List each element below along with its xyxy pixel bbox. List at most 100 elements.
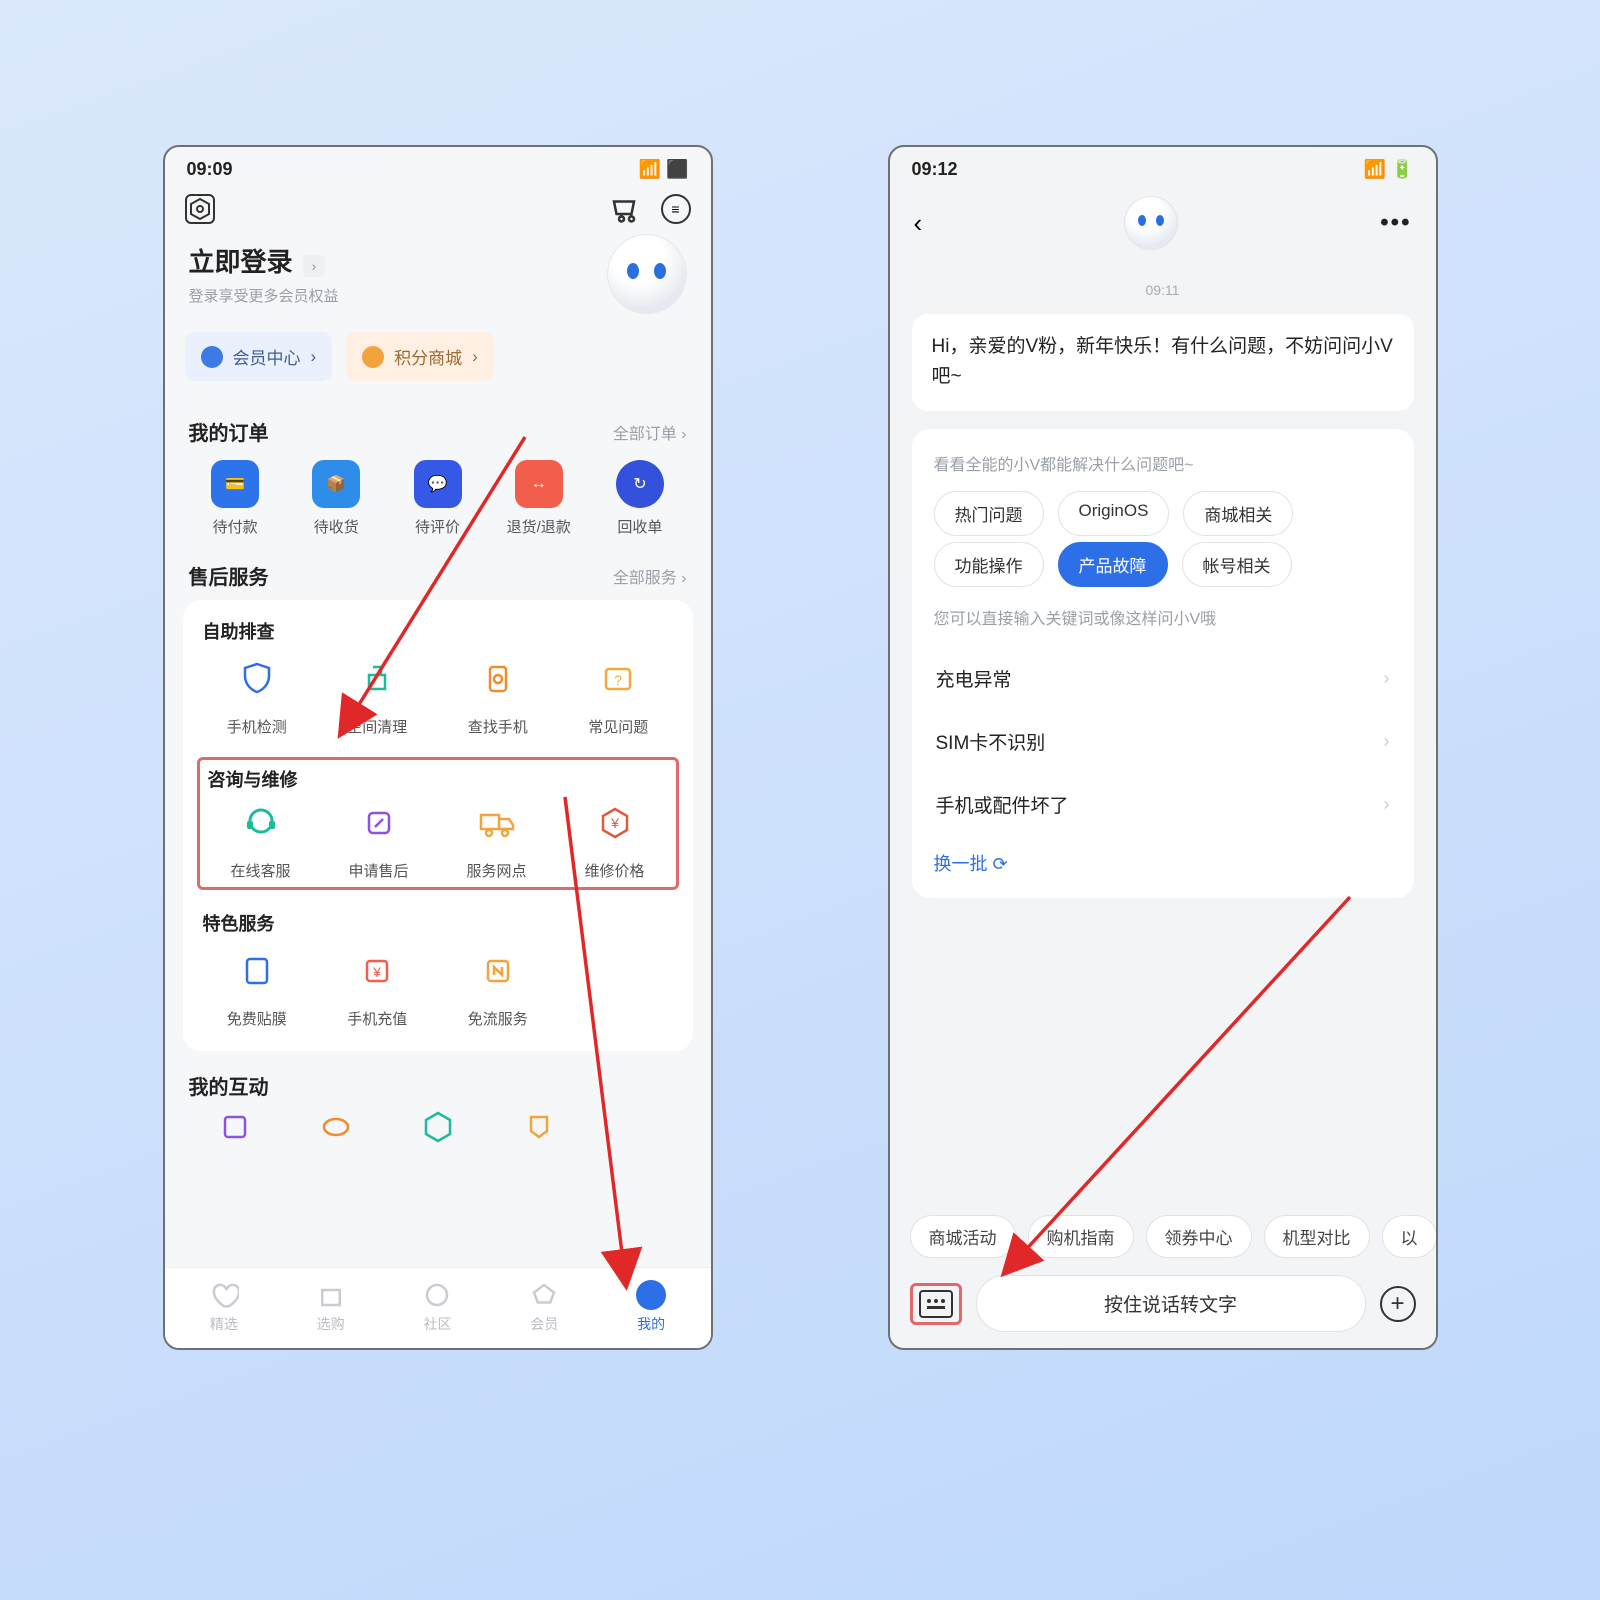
consult-title: 咨询与维修 [202, 766, 674, 802]
order-item[interactable]: 💬待评价 [387, 460, 488, 537]
keyboard-icon[interactable] [919, 1290, 953, 1318]
tab-featured[interactable]: 精选 [209, 1280, 239, 1334]
chat-timestamp: 09:11 [890, 282, 1436, 298]
avatar-robot[interactable] [607, 234, 687, 314]
special-title: 特色服务 [197, 890, 679, 950]
more-icon[interactable]: ••• [1380, 209, 1411, 237]
chevron-right-icon: › [1384, 731, 1390, 752]
refresh-button[interactable]: 换一批 ⟳ [934, 836, 1392, 876]
self-check-title: 自助排查 [197, 618, 679, 658]
avatar-robot [1124, 196, 1178, 250]
orders-all-link[interactable]: 全部订单 › [613, 420, 687, 444]
tab-member[interactable]: 会员 [529, 1280, 559, 1334]
plus-icon[interactable]: + [1380, 1286, 1416, 1322]
points-mall-chip[interactable]: 积分商城› [346, 332, 494, 381]
order-item[interactable]: ↔退货/退款 [488, 460, 589, 537]
member-center-chip[interactable]: 会员中心› [185, 332, 333, 381]
back-icon[interactable]: ‹ [914, 208, 923, 239]
cat-pill-active[interactable]: 产品故障 [1058, 542, 1168, 587]
cat-pill[interactable]: 功能操作 [934, 542, 1044, 587]
status-time: 09:09 [187, 159, 233, 180]
login-subtitle: 登录享受更多会员权益 [189, 285, 339, 306]
voice-input-button[interactable]: 按住说话转文字 [976, 1275, 1366, 1332]
cat-pill[interactable]: 商城相关 [1183, 491, 1293, 536]
cart-icon[interactable] [609, 194, 639, 224]
selfcheck-item[interactable]: ?常见问题 [558, 658, 679, 737]
cat-pill[interactable]: 帐号相关 [1182, 542, 1292, 587]
search-phone-icon [477, 658, 519, 700]
chevron-right-icon[interactable]: › [303, 255, 325, 277]
svg-text:¥: ¥ [372, 964, 381, 980]
tab-mine[interactable]: 我的 [636, 1280, 666, 1334]
interaction-item[interactable] [488, 1106, 589, 1148]
consult-item[interactable]: 申请售后 [320, 802, 438, 881]
question-item[interactable]: 充电异常› [934, 647, 1392, 710]
question-item[interactable]: SIM卡不识别› [934, 710, 1392, 773]
star-icon [362, 346, 384, 368]
special-item[interactable]: 免流服务 [438, 950, 559, 1029]
shield-icon [236, 658, 278, 700]
bot-message: Hi，亲爱的V粉，新年快乐！有什么问题，不妨问问小V吧~ [912, 314, 1414, 411]
status-bar: 09:12 📶 🔋 [890, 147, 1436, 186]
suggest-hint: 看看全能的小V都能解决什么问题吧~ [934, 451, 1392, 475]
price-tag-icon: ¥ [594, 802, 636, 844]
consult-item[interactable]: ¥维修价格 [556, 802, 674, 881]
svg-text:¥: ¥ [610, 815, 619, 831]
status-bar: 09:09 📶 ⬛ [165, 147, 711, 186]
status-time: 09:12 [912, 159, 958, 180]
interaction-title: 我的互动 [189, 1071, 269, 1100]
wrench-icon [358, 802, 400, 844]
cat-pill[interactable]: 热门问题 [934, 491, 1044, 536]
category-row: 热门问题 OriginOS 商城相关 [934, 491, 1392, 536]
headset-icon [240, 802, 282, 844]
chevron-right-icon: › [1384, 794, 1390, 815]
phone-left: 09:09 📶 ⬛ ≡ 立即登录 › 登录享受更多会员权益 会员中心› [163, 145, 713, 1350]
order-item[interactable]: ↻回收单 [589, 460, 690, 537]
highlight-box: 咨询与维修 在线客服 申请售后 服务网点 ¥维修价格 [197, 757, 679, 890]
online-service-button[interactable]: 在线客服 [202, 802, 320, 881]
service-card: 自助排查 手机检测 空间清理 查找手机 ?常见问题 咨询与维修 在线客服 申请售… [183, 600, 693, 1051]
chat-header: ‹ ••• [890, 186, 1436, 260]
quick-pill[interactable]: 以 [1382, 1215, 1436, 1258]
chevron-right-icon: › [1384, 668, 1390, 689]
special-item[interactable]: ¥手机充值 [317, 950, 438, 1029]
orders-section: 我的订单 全部订单 › 💳待付款 📦待收货 💬待评价 ↔退货/退款 ↻回收单 [165, 399, 711, 547]
status-icons: 📶 🔋 [1364, 159, 1414, 180]
recharge-icon: ¥ [356, 950, 398, 992]
consult-item[interactable]: 服务网点 [438, 802, 556, 881]
login-title[interactable]: 立即登录 [189, 247, 293, 277]
truck-icon [476, 802, 518, 844]
film-icon [236, 950, 278, 992]
tab-shop[interactable]: 选购 [316, 1280, 346, 1334]
quick-pills-row: 商城活动 购机指南 领券中心 机型对比 以 [890, 1215, 1436, 1258]
service-all-link[interactable]: 全部服务 › [613, 564, 687, 588]
messages-icon[interactable]: ≡ [661, 194, 691, 224]
diamond-icon [201, 346, 223, 368]
settings-hex-icon[interactable] [185, 194, 215, 224]
orders-title: 我的订单 [189, 417, 269, 446]
tab-community[interactable]: 社区 [422, 1280, 452, 1334]
selfcheck-item[interactable]: 空间清理 [317, 658, 438, 737]
cat-pill[interactable]: OriginOS [1058, 491, 1170, 536]
order-item[interactable]: 💳待付款 [185, 460, 286, 537]
status-icons: 📶 ⬛ [639, 159, 689, 180]
interaction-item[interactable] [185, 1106, 286, 1148]
keyboard-highlight [910, 1283, 962, 1325]
faq-icon: ? [597, 658, 639, 700]
profile-block: 立即登录 › 登录享受更多会员权益 [165, 228, 711, 332]
question-item[interactable]: 手机或配件坏了› [934, 773, 1392, 836]
bottom-tabs: 精选 选购 社区 会员 我的 [165, 1267, 711, 1348]
phone-right: 09:12 📶 🔋 ‹ ••• 09:11 Hi，亲爱的V粉，新年快乐！有什么问… [888, 145, 1438, 1350]
quick-pill[interactable]: 商城活动 [910, 1215, 1016, 1258]
interaction-item[interactable] [286, 1106, 387, 1148]
selfcheck-item[interactable]: 查找手机 [438, 658, 559, 737]
suggestion-card: 看看全能的小V都能解决什么问题吧~ 热门问题 OriginOS 商城相关 功能操… [912, 429, 1414, 898]
selfcheck-item[interactable]: 手机检测 [197, 658, 318, 737]
question-hint: 您可以直接输入关键词或像这样问小V哦 [934, 605, 1392, 629]
order-item[interactable]: 📦待收货 [286, 460, 387, 537]
quick-pill[interactable]: 领券中心 [1146, 1215, 1252, 1258]
quick-pill[interactable]: 机型对比 [1264, 1215, 1370, 1258]
special-item[interactable]: 免费贴膜 [197, 950, 318, 1029]
interaction-item[interactable] [387, 1106, 488, 1148]
quick-pill[interactable]: 购机指南 [1028, 1215, 1134, 1258]
